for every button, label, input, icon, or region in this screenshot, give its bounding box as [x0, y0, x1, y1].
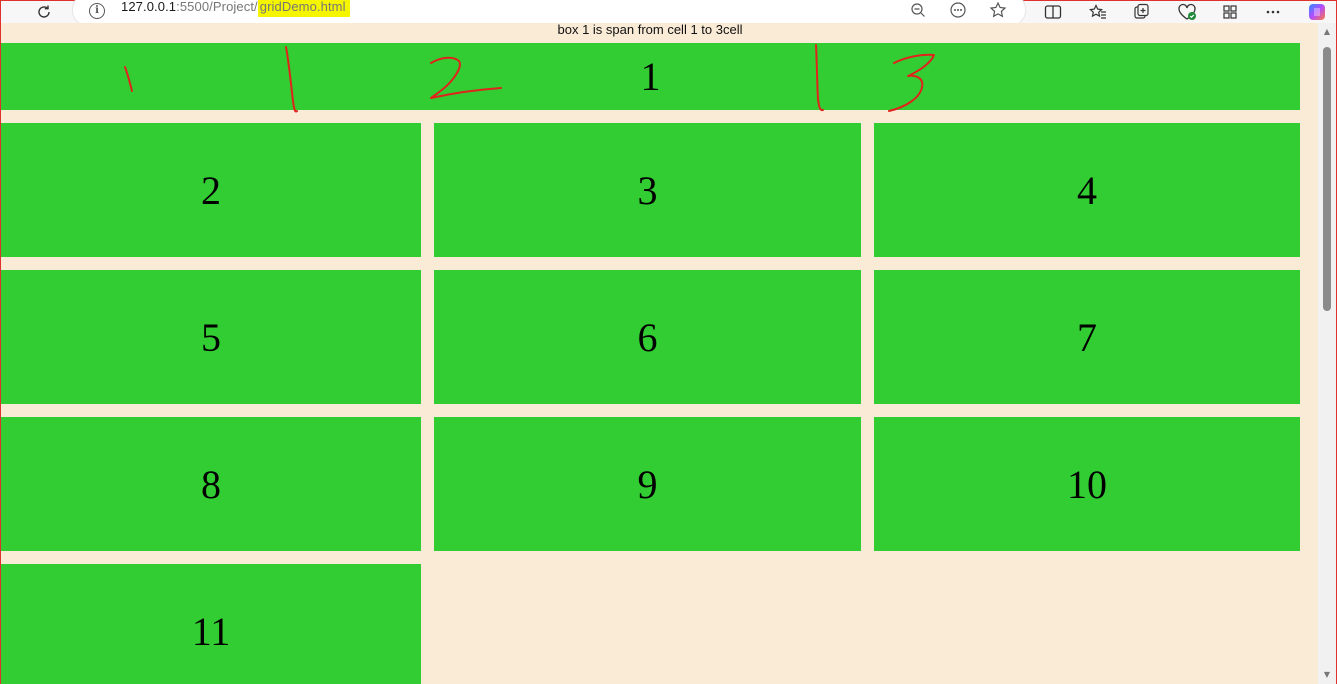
- browser-toolbar: i 127.0.0.1:5500/Project/gridDemo.html: [1, 0, 1336, 25]
- grid-box-6: 6: [434, 270, 861, 404]
- url-host: 127.0.0.1: [121, 0, 177, 14]
- info-icon[interactable]: i: [89, 3, 105, 19]
- scroll-up-arrow-icon[interactable]: ▲: [1322, 27, 1332, 37]
- grid-box-10: 10: [874, 417, 1300, 551]
- reload-icon[interactable]: [30, 1, 58, 23]
- page-annotation: box 1 is span from cell 1 to 3cell: [557, 23, 743, 37]
- grid-box-1: 1: [1, 43, 1300, 110]
- url-text[interactable]: 127.0.0.1:5500/Project/gridDemo.html: [121, 0, 350, 17]
- copilot-icon[interactable]: [1303, 1, 1331, 23]
- grid-box-11: 11: [1, 564, 421, 684]
- grid-container: 1 2 3 4 5 6 7 8 9 10 11: [1, 43, 1300, 684]
- vertical-scrollbar[interactable]: ▲ ▼: [1318, 23, 1336, 684]
- grid-box-8: 8: [1, 417, 421, 551]
- split-screen-icon[interactable]: [1039, 1, 1067, 23]
- favorites-icon[interactable]: [1084, 1, 1112, 23]
- grid-box-5: 5: [1, 270, 421, 404]
- collections-icon[interactable]: [1128, 1, 1156, 23]
- scroll-down-arrow-icon[interactable]: ▼: [1322, 670, 1332, 680]
- browser-essentials-icon[interactable]: [1173, 1, 1201, 23]
- page-viewport: box 1 is span from cell 1 to 3cell 1 2 3…: [1, 23, 1318, 684]
- url-file-highlighted: gridDemo.html: [257, 0, 350, 17]
- grid-box-7: 7: [874, 270, 1300, 404]
- scroll-thumb[interactable]: [1323, 47, 1331, 311]
- extensions-icon[interactable]: [1216, 1, 1244, 23]
- address-bar[interactable]: i 127.0.0.1:5500/Project/gridDemo.html: [73, 0, 1025, 25]
- more-icon[interactable]: [1259, 1, 1287, 23]
- zoom-out-icon[interactable]: [905, 0, 931, 20]
- favorite-icon[interactable]: [985, 0, 1011, 20]
- grid-box-2: 2: [1, 123, 421, 257]
- grid-box-4: 4: [874, 123, 1300, 257]
- grid-box-3: 3: [434, 123, 861, 257]
- page-actions-icon[interactable]: [945, 0, 971, 20]
- url-path: :5500/Project/: [176, 0, 258, 14]
- grid-box-9: 9: [434, 417, 861, 551]
